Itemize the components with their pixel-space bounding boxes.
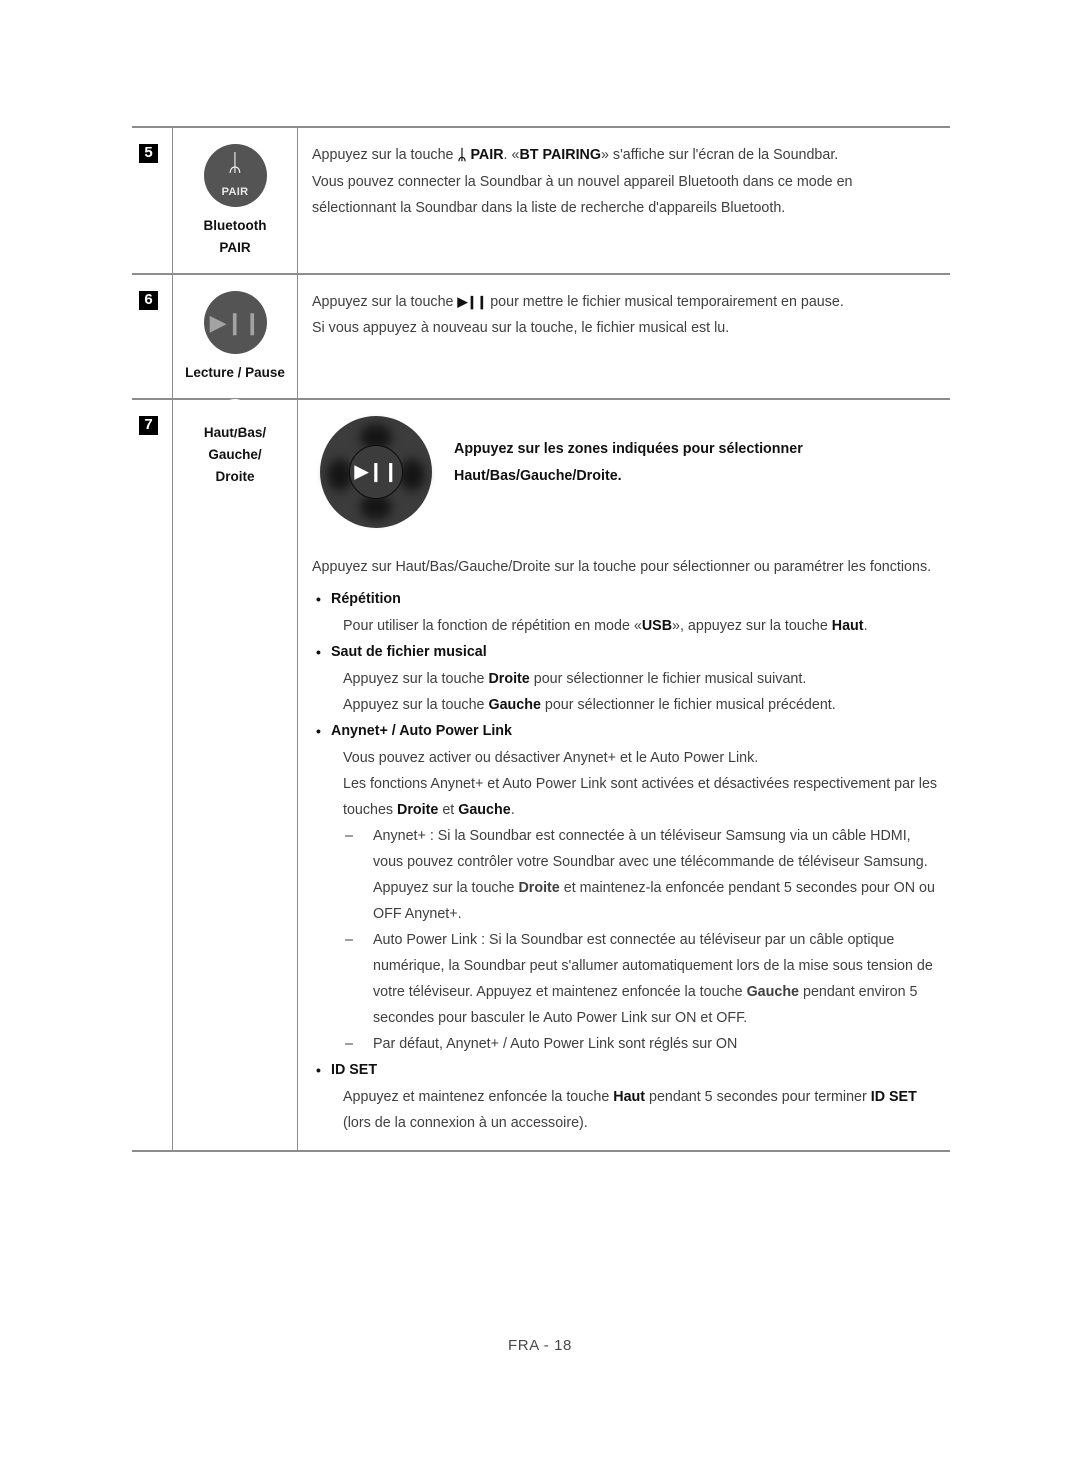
row-icon-cell: Haut/Bas/ Gauche/ Droite	[172, 400, 298, 1150]
dash-item: Auto Power Link : Si la Soundbar est con…	[343, 927, 940, 1031]
sub-dash-list: Anynet+ : Si la Soundbar est connectée à…	[312, 823, 940, 1057]
row-icon-cell: ▶❙❙ Lecture / Pause	[172, 275, 298, 398]
bullet-heading: Anynet+ / Auto Power Link	[312, 718, 940, 745]
icon-caption: Bluetooth PAIR	[177, 215, 293, 259]
icon-caption-line: Lecture / Pause	[185, 365, 285, 380]
play-pause-glyph: ▶❙❙	[354, 461, 398, 483]
bullet-line: Appuyez et maintenez enfoncée la touche …	[343, 1089, 917, 1131]
dpad-icon: ▶❙❙	[320, 416, 432, 528]
function-bullet-list: Répétition Pour utiliser la fonction de …	[312, 586, 940, 1136]
bullet-line: Les fonctions Anynet+ et Auto Power Link…	[343, 776, 938, 818]
bullet-body: Pour utiliser la fonction de répétition …	[312, 613, 940, 639]
row-number-cell: 6	[132, 275, 172, 398]
icon-caption: Lecture / Pause	[177, 362, 293, 384]
description-paragraph: Si vous appuyez à nouveau sur la touche,…	[312, 320, 730, 336]
dpad-center-button: ▶❙❙	[349, 445, 403, 499]
bullet-line: Pour utiliser la fonction de répétition …	[343, 618, 868, 634]
list-item: Anynet+ / Auto Power Link Vous pouvez ac…	[312, 718, 940, 1057]
icon-caption-line: Bluetooth	[203, 218, 267, 233]
dash-item: Anynet+ : Si la Soundbar est connectée à…	[343, 823, 940, 927]
row-description-cell: Appuyez sur la touche ᛦ PAIR. «BT PAIRIN…	[298, 128, 950, 273]
play-pause-icon: ▶❙❙	[203, 291, 267, 354]
step-number-badge: 5	[139, 144, 158, 163]
dash-item: Par défaut, Anynet+ / Auto Power Link so…	[343, 1031, 940, 1057]
list-item: Saut de fichier musical Appuyez sur la t…	[312, 639, 940, 718]
bullet-line: Appuyez sur la touche Gauche pour sélect…	[343, 697, 836, 713]
row-description-cell: ▶❙❙ Appuyez sur les zones indiquées pour…	[298, 400, 950, 1150]
dpad-intro-text: Appuyez sur Haut/Bas/Gauche/Droite sur l…	[312, 559, 932, 575]
description-paragraph: Vous pouvez connecter la Soundbar à un n…	[312, 174, 853, 216]
bluetooth-pair-icon: ᛦ PAIR	[203, 144, 267, 207]
icon-caption-line: Gauche/	[208, 447, 262, 462]
play-pause-glyph: ▶❙❙	[209, 309, 262, 335]
bullet-body: Vous pouvez activer ou désactiver Anynet…	[312, 745, 940, 823]
dpad-illustration: ▶❙❙	[320, 416, 432, 528]
dpad-figure-block: ▶❙❙ Appuyez sur les zones indiquées pour…	[312, 414, 940, 534]
row-number-cell: 5	[132, 128, 172, 273]
button-function-table: 5 ᛦ PAIR Bluetooth PAIR Appuyez sur la t…	[132, 126, 950, 1152]
manual-page: 5 ᛦ PAIR Bluetooth PAIR Appuyez sur la t…	[0, 0, 1080, 1479]
table-row: 5 ᛦ PAIR Bluetooth PAIR Appuyez sur la t…	[132, 128, 950, 275]
bullet-line: Vous pouvez activer ou désactiver Anynet…	[343, 750, 759, 766]
bluetooth-glyph: ᛦ	[227, 150, 243, 177]
icon-caption: Haut/Bas/ Gauche/ Droite	[177, 422, 293, 488]
bullet-heading: Répétition	[312, 586, 940, 613]
bullet-line: Appuyez sur la touche Droite pour sélect…	[343, 671, 807, 687]
list-item: Répétition Pour utiliser la fonction de …	[312, 586, 940, 639]
list-item: ID SET Appuyez et maintenez enfoncée la …	[312, 1057, 940, 1136]
row-description-cell: Appuyez sur la touche ▶❙❙ pour mettre le…	[298, 275, 950, 398]
row-number-cell: 7	[132, 400, 172, 1150]
description-paragraph: Appuyez sur la touche ▶❙❙ pour mettre le…	[312, 294, 844, 310]
dpad-right-zone	[399, 459, 425, 491]
step-number-badge: 7	[139, 416, 158, 435]
pair-sublabel: PAIR	[221, 186, 249, 198]
bullet-heading: ID SET	[312, 1057, 940, 1084]
icon-caption-line: PAIR	[219, 240, 251, 255]
bullet-body: Appuyez sur la touche Droite pour sélect…	[312, 666, 940, 718]
icon-caption-line: Droite	[215, 469, 255, 484]
step-number-badge: 6	[139, 291, 158, 310]
description-paragraph: Appuyez sur la touche ᛦ PAIR. «BT PAIRIN…	[312, 147, 839, 164]
bullet-body: Appuyez et maintenez enfoncée la touche …	[312, 1084, 940, 1136]
bullet-heading: Saut de fichier musical	[312, 639, 940, 666]
table-row: 6 ▶❙❙ Lecture / Pause Appuyez sur la tou…	[132, 275, 950, 400]
page-footer: FRA - 18	[508, 1337, 572, 1354]
row-icon-cell: ᛦ PAIR Bluetooth PAIR	[172, 128, 298, 273]
table-row: 7 Haut/Bas/ Gauche/ Droite ▶❙❙ Appuyez s…	[132, 400, 950, 1150]
